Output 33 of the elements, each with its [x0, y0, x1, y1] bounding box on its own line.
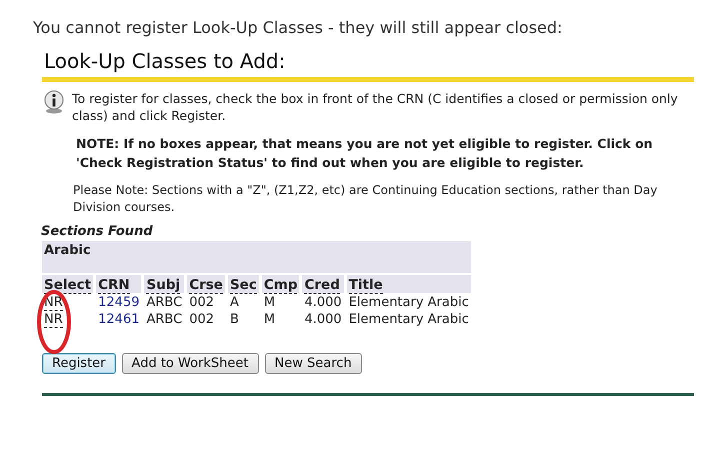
- table-cell: M: [264, 312, 276, 327]
- table-cell: A: [230, 295, 239, 310]
- table-cell: B: [230, 312, 239, 327]
- crn-link[interactable]: 12459: [98, 295, 140, 310]
- form-button[interactable]: Add to WorkSheet: [122, 353, 259, 374]
- column-header: Select: [44, 277, 92, 294]
- table-cell: 4.000: [304, 312, 342, 327]
- column-header: Sec: [230, 277, 257, 294]
- form-button[interactable]: New Search: [264, 353, 362, 374]
- form-button[interactable]: Register: [42, 353, 116, 374]
- crn-link[interactable]: 12461: [98, 312, 140, 327]
- column-header: Cred: [304, 277, 340, 294]
- page-heading: Look-Up Classes to Add:: [43, 49, 286, 75]
- table-cell: ARBC: [146, 295, 182, 310]
- table-cell: 002: [189, 295, 214, 310]
- caption: You cannot register Look-Up Classes - they will still appear closed:: [33, 18, 562, 37]
- eligibility-note: NOTE: If no boxes appear, that means you are not yet eligible to register. Click on 'Check Registration Status' to find out when you are eligible to register.: [76, 135, 654, 172]
- column-header: Crse: [189, 277, 223, 294]
- table-cell: 4.000: [304, 295, 342, 310]
- sections-note: Please Note: Sections with a "Z", (Z1,Z2, etc) are Continuing Education sections, rather than Day Division courses.: [73, 182, 658, 216]
- column-header: CRN: [98, 277, 130, 294]
- table-cell: Elementary Arabic: [348, 312, 469, 327]
- column-header: Title: [348, 277, 383, 294]
- subject-header: Arabic: [42, 241, 471, 273]
- table-cell: 002: [189, 312, 214, 327]
- table-cell: ARBC: [146, 312, 182, 327]
- column-header: Cmp: [264, 277, 298, 294]
- instruction-text: To register for classes, check the box in front of the CRN (C identifies a closed or permission only class) and click Register.: [72, 90, 679, 124]
- table-cell: Elementary Arabic: [348, 295, 469, 310]
- table-cell: M: [264, 295, 276, 310]
- section-title: Sections Found: [41, 224, 153, 239]
- select-status: NR: [44, 312, 63, 328]
- column-header: Subj: [146, 277, 180, 294]
